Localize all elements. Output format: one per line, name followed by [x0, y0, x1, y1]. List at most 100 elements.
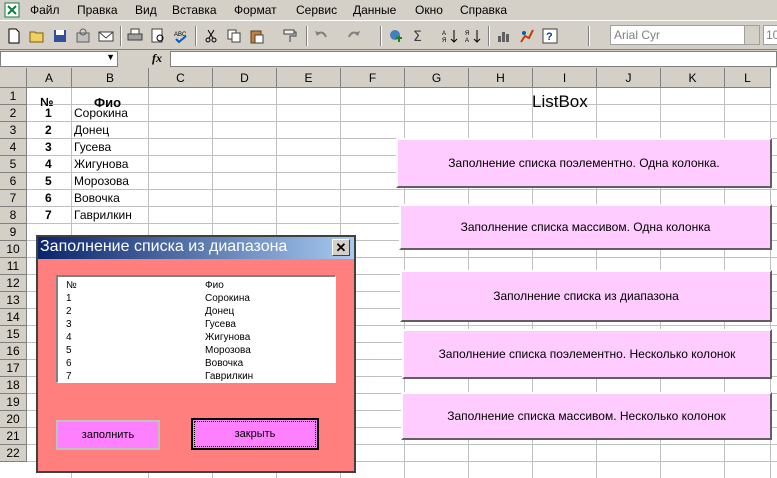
close-icon[interactable]: ✕ [332, 239, 350, 256]
cell-a4[interactable]: 3 [45, 139, 52, 156]
formula-input[interactable] [170, 51, 777, 67]
list-item[interactable]: 1 Сорокина [58, 292, 334, 305]
row-header-17[interactable]: 17 [0, 360, 27, 377]
column-header-g[interactable]: G [405, 68, 469, 88]
fill-array-multi-column-button[interactable]: Заполнение списка массивом. Несколько ко… [401, 392, 772, 440]
row-header-14[interactable]: 14 [0, 309, 27, 326]
undo-icon[interactable] [313, 28, 329, 44]
redo-icon[interactable] [346, 28, 362, 44]
drawing-icon[interactable] [519, 28, 535, 44]
row-header-20[interactable]: 20 [0, 411, 27, 428]
list-item[interactable]: 7 Гаврилкин [58, 370, 334, 383]
save-icon[interactable] [52, 28, 68, 44]
menu-file[interactable]: Файл [30, 3, 60, 17]
sort-desc-icon[interactable]: ЯA [465, 28, 481, 44]
fill-item-multi-column-button[interactable]: Заполнение списка поэлементно. Несколько… [402, 329, 772, 379]
list-item[interactable]: 5 Морозова [58, 344, 334, 357]
column-header-a[interactable]: A [27, 68, 72, 88]
cell-b6[interactable]: Морозова [74, 173, 129, 190]
menu-insert[interactable]: Вставка [172, 3, 217, 17]
row-header-16[interactable]: 16 [0, 343, 27, 360]
select-all-corner[interactable] [0, 68, 27, 88]
cell-b3[interactable]: Донец [74, 122, 109, 139]
cell-a6[interactable]: 5 [45, 173, 52, 190]
cut-icon[interactable] [203, 28, 219, 44]
row-header-3[interactable]: 3 [0, 122, 27, 139]
row-header-6[interactable]: 6 [0, 173, 27, 190]
row-header-13[interactable]: 13 [0, 292, 27, 309]
excel-app-icon[interactable] [4, 2, 20, 18]
sort-asc-icon[interactable]: AЯ [442, 28, 458, 44]
spelling-icon[interactable]: ABC [173, 28, 189, 44]
cell-a3[interactable]: 2 [45, 122, 52, 139]
name-box[interactable]: ▼ [0, 51, 118, 67]
column-header-h[interactable]: H [469, 68, 533, 88]
row-header-5[interactable]: 5 [0, 156, 27, 173]
font-name-combo[interactable]: Arial Cyr [610, 25, 760, 45]
autosum-icon[interactable]: Σ [411, 28, 427, 44]
row-header-7[interactable]: 7 [0, 190, 27, 207]
menu-format[interactable]: Формат [234, 3, 277, 17]
print-icon[interactable] [127, 28, 143, 44]
email-icon[interactable] [98, 28, 114, 44]
new-icon[interactable] [6, 28, 22, 44]
fill-array-single-column-button[interactable]: Заполнение списка массивом. Одна колонка [399, 204, 772, 250]
hyperlink-icon[interactable] [388, 28, 404, 44]
dialog-titlebar[interactable]: Заполнение списка из диапазона ✕ [38, 237, 354, 259]
row-header-4[interactable]: 4 [0, 139, 27, 156]
cell-b2[interactable]: Сорокина [74, 105, 128, 122]
column-header-b[interactable]: B [72, 68, 149, 88]
chevron-down-icon[interactable] [744, 26, 759, 44]
list-item[interactable]: 4 Жигунова [58, 331, 334, 344]
copy-icon[interactable] [226, 28, 242, 44]
open-icon[interactable] [29, 28, 45, 44]
row-header-18[interactable]: 18 [0, 377, 27, 394]
cell-b5[interactable]: Жигунова [74, 156, 128, 173]
column-header-j[interactable]: J [597, 68, 661, 88]
row-header-19[interactable]: 19 [0, 394, 27, 411]
list-item[interactable]: 6 Вовочка [58, 357, 334, 370]
chevron-down-icon[interactable]: ▼ [106, 52, 115, 62]
row-header-1[interactable]: 1 [0, 88, 27, 105]
row-header-15[interactable]: 15 [0, 326, 27, 343]
cell-b7[interactable]: Вовочка [74, 190, 120, 207]
format-painter-icon[interactable] [282, 28, 298, 44]
menu-help[interactable]: Справка [460, 3, 507, 17]
column-header-c[interactable]: C [149, 68, 213, 88]
fill-from-range-button[interactable]: Заполнение списка из диапазона [400, 270, 772, 322]
fx-icon[interactable]: fx [152, 51, 162, 66]
row-header-21[interactable]: 21 [0, 428, 27, 445]
font-size-combo[interactable]: 10 [763, 25, 777, 45]
listbox[interactable]: № Фио 1 Сорокина 2 Донец 3 Гусева 4 Жигунова 5 Моро… [56, 275, 336, 383]
column-header-k[interactable]: K [661, 68, 725, 88]
paste-icon[interactable] [249, 28, 265, 44]
column-header-l[interactable]: L [725, 68, 771, 88]
row-header-8[interactable]: 8 [0, 207, 27, 224]
menu-edit[interactable]: Правка [77, 3, 118, 17]
cell-a2[interactable]: 1 [45, 105, 52, 122]
list-item[interactable]: 3 Гусева [58, 318, 334, 331]
row-header-9[interactable]: 9 [0, 224, 27, 241]
column-header-f[interactable]: F [341, 68, 405, 88]
list-item[interactable]: № Фио [58, 279, 334, 292]
chart-icon[interactable] [496, 28, 512, 44]
menu-view[interactable]: Вид [135, 3, 157, 17]
cell-a8[interactable]: 7 [45, 207, 52, 224]
row-header-10[interactable]: 10 [0, 241, 27, 258]
cell-b8[interactable]: Гаврилкин [74, 207, 132, 224]
column-header-i[interactable]: I [533, 68, 597, 88]
cell-a5[interactable]: 4 [45, 156, 52, 173]
row-header-11[interactable]: 11 [0, 258, 27, 275]
print-preview-icon[interactable] [150, 28, 166, 44]
close-button[interactable]: закрыть [191, 418, 319, 450]
fill-item-single-column-button[interactable]: Заполнение списка поэлементно. Одна коло… [396, 138, 772, 188]
cell-a7[interactable]: 6 [45, 190, 52, 207]
row-header-2[interactable]: 2 [0, 105, 27, 122]
menu-tools[interactable]: Сервис [296, 3, 337, 17]
menu-data[interactable]: Данные [353, 3, 396, 17]
column-header-e[interactable]: E [277, 68, 341, 88]
help-icon[interactable]: ? [542, 28, 558, 44]
list-item[interactable]: 2 Донец [58, 305, 334, 318]
fill-button[interactable]: заполнить [56, 420, 160, 450]
row-header-12[interactable]: 12 [0, 275, 27, 292]
